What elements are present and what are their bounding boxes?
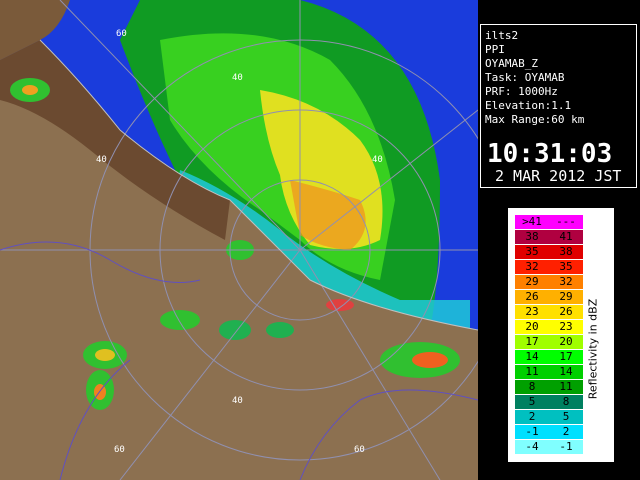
radar-map: 60 40 40 40 40 60 60 [0,0,478,480]
legend-upper-bound: 32 [549,275,583,289]
legend-upper-bound: 20 [549,335,583,349]
info-line-product: PPI [485,43,505,56]
ring-label: 40 [232,73,243,83]
legend-upper-bound: 14 [549,365,583,379]
legend-upper-bound: 29 [549,290,583,304]
legend-row: 38 41 [515,230,583,244]
legend-row: 58 [515,395,583,409]
legend-lower-bound: 14 [515,350,549,364]
legend-lower-bound: 11 [515,365,549,379]
ring-label: 40 [372,155,383,165]
legend-lower-bound: 23 [515,305,549,319]
legend-lower-bound: -1 [515,425,549,439]
info-line-range: Max Range:60 km [485,113,585,126]
legend-row: 26 29 [515,290,583,304]
legend-row: 32 35 [515,260,583,274]
legend-row: 23 26 [515,305,583,319]
legend-row: 25 [515,410,583,424]
legend-upper-bound: 8 [549,395,583,409]
legend-upper-bound: --- [549,215,583,229]
legend-upper-bound: 41 [549,230,583,244]
ring-label: 40 [232,396,243,406]
legend-row: 11 14 [515,365,583,379]
legend-upper-bound: 2 [549,425,583,439]
legend-lower-bound: 38 [515,230,549,244]
legend-row: 35 38 [515,245,583,259]
info-line-prf: PRF: 1000Hz [485,85,558,98]
legend-upper-bound: 23 [549,320,583,334]
legend-row: 29 32 [515,275,583,289]
radar-info-box: ilts2 PPI OYAMAB_Z Task: OYAMAB PRF: 100… [480,24,637,188]
legend-lower-bound: 20 [515,320,549,334]
legend-row: -4 -1 [515,440,583,454]
legend-upper-bound: 11 [549,380,583,394]
legend-upper-bound: 5 [549,410,583,424]
legend-row: 20 23 [515,320,583,334]
legend-row: >41 --- [515,215,583,229]
ring-label: 60 [116,29,127,39]
legend-upper-bound: -1 [549,440,583,454]
legend-lower-bound: 5 [515,395,549,409]
legend-upper-bound: 35 [549,260,583,274]
legend-row: -1 2 [515,425,583,439]
legend-lower-bound: 35 [515,245,549,259]
color-legend: >41 --- 38 41 35 38 32 35 29 32 26 29 23 26 20 23 17 20 14… [508,208,614,462]
info-line-system: ilts2 [485,29,519,42]
info-line-task: Task: OYAMAB [485,71,565,84]
legend-lower-bound: 2 [515,410,549,424]
legend-row: 14 17 [515,350,583,364]
ring-label: 40 [96,155,107,165]
legend-lower-bound: 32 [515,260,549,274]
legend-upper-bound: 38 [549,245,583,259]
legend-unit-text: Reflectivity in dBZ [586,298,600,400]
info-line-field: OYAMAB_Z [485,57,538,70]
legend-unit-label: Reflectivity in dBZ [585,269,601,429]
observation-date: 2 MAR 2012 JST [495,167,622,185]
legend-upper-bound: 26 [549,305,583,319]
info-line-elevation: Elevation:1.1 [485,99,572,112]
radar-map-svg: 60 40 40 40 40 60 60 [0,0,478,480]
observation-time: 10:31:03 [487,139,613,169]
legend-lower-bound: >41 [515,215,549,229]
legend-upper-bound: 17 [549,350,583,364]
ring-label: 60 [354,445,365,455]
legend-lower-bound: 29 [515,275,549,289]
legend-row: 17 20 [515,335,583,349]
legend-lower-bound: 17 [515,335,549,349]
legend-lower-bound: 8 [515,380,549,394]
legend-lower-bound: 26 [515,290,549,304]
legend-lower-bound: -4 [515,440,549,454]
info-panel: ilts2 PPI OYAMAB_Z Task: OYAMAB PRF: 100… [480,0,640,480]
legend-row: 8 11 [515,380,583,394]
ring-label: 60 [114,445,125,455]
